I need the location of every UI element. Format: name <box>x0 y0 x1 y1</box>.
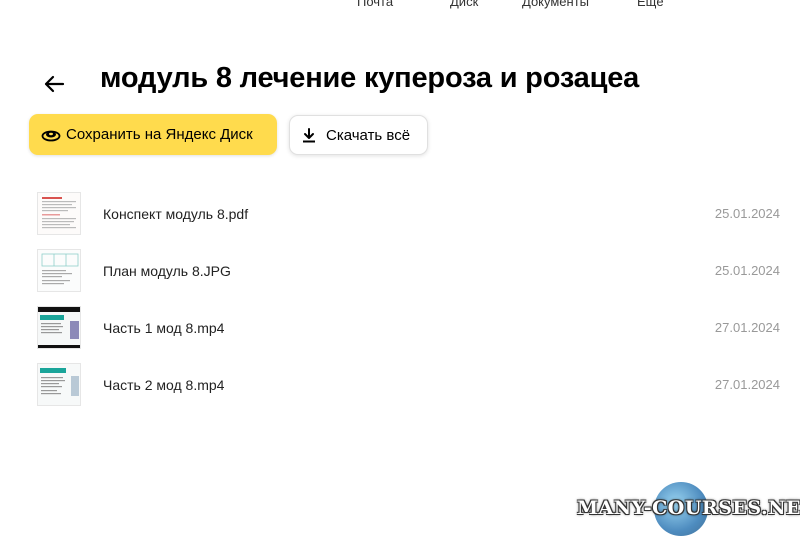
arrow-left-icon <box>44 75 65 93</box>
file-row[interactable]: Часть 1 мод 8.mp4 27.01.2024 <box>0 299 800 356</box>
download-icon <box>302 127 318 143</box>
download-all-label: Скачать всё <box>326 126 411 144</box>
file-date: 25.01.2024 <box>714 206 780 221</box>
file-row[interactable]: Конспект модуль 8.pdf 25.01.2024 <box>0 185 800 242</box>
file-date: 25.01.2024 <box>714 263 780 278</box>
file-date: 27.01.2024 <box>714 377 780 392</box>
video-thumbnail-icon <box>37 363 81 406</box>
top-nav: Почта Диск Документы Ещё <box>0 0 800 10</box>
nav-link-mail[interactable]: Почта <box>357 0 393 9</box>
download-all-button[interactable]: Скачать всё <box>289 115 428 155</box>
file-name: Часть 2 мод 8.mp4 <box>103 377 225 393</box>
image-thumbnail-icon <box>37 249 81 292</box>
file-list: Конспект модуль 8.pdf 25.01.2024 План мо… <box>0 185 800 413</box>
file-row[interactable]: Часть 2 мод 8.mp4 27.01.2024 <box>0 356 800 413</box>
yandex-disk-icon <box>41 125 61 145</box>
watermark-text: MANY-COURSES.NET <box>577 497 800 519</box>
file-name: Часть 1 мод 8.mp4 <box>103 320 225 336</box>
save-to-disk-label: Сохранить на Яндекс Диск <box>66 126 253 143</box>
page: Почта Диск Документы Ещё модуль 8 лечени… <box>0 0 800 541</box>
nav-link-more[interactable]: Ещё <box>637 0 664 9</box>
file-date: 27.01.2024 <box>714 320 780 335</box>
back-button[interactable] <box>38 68 70 100</box>
nav-link-disk[interactable]: Диск <box>450 0 478 9</box>
pdf-thumbnail-icon <box>37 192 81 235</box>
file-name: Конспект модуль 8.pdf <box>103 206 249 222</box>
page-title: модуль 8 лечение купероза и розацеа <box>100 62 640 94</box>
save-to-disk-button[interactable]: Сохранить на Яндекс Диск <box>29 114 277 155</box>
file-name: План модуль 8.JPG <box>103 263 231 279</box>
video-thumbnail-icon <box>37 306 81 349</box>
file-row[interactable]: План модуль 8.JPG 25.01.2024 <box>0 242 800 299</box>
nav-link-docs[interactable]: Документы <box>522 0 589 9</box>
